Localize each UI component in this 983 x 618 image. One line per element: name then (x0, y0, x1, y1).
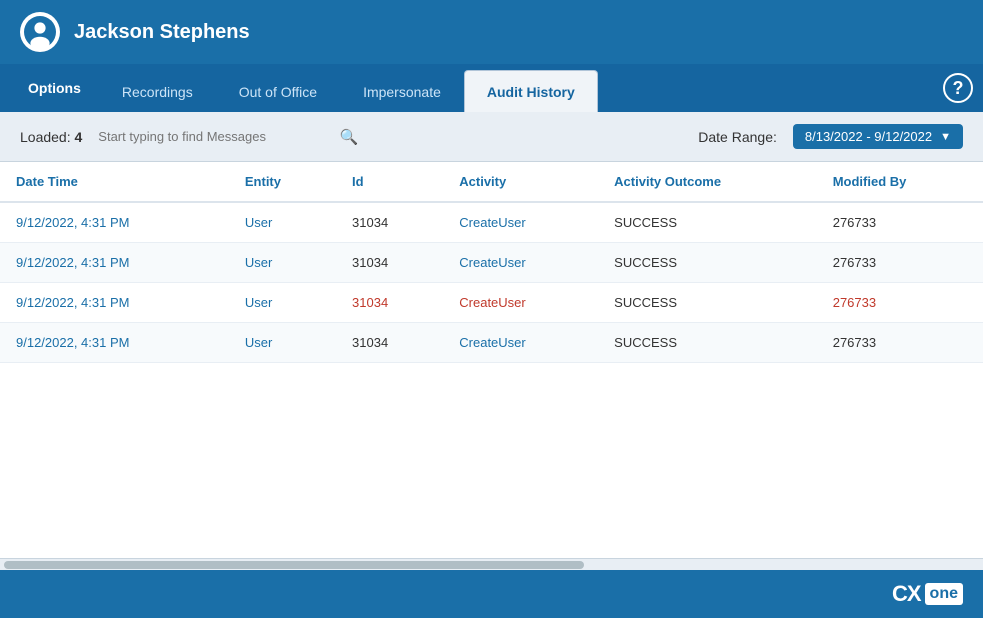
date-range-value: 8/13/2022 - 9/12/2022 (805, 129, 932, 144)
filter-bar: Loaded: 4 🔍 Date Range: 8/13/2022 - 9/12… (0, 112, 983, 162)
entity-link[interactable]: User (245, 255, 272, 270)
help-icon[interactable]: ? (943, 73, 973, 103)
logo-one-text: one (925, 583, 963, 605)
table-row: 9/12/2022, 4:31 PM User 31034 CreateUser SUC… (0, 243, 983, 283)
audit-table: Date Time Entity Id Activity Activity Ou… (0, 162, 983, 363)
col-activity-outcome: Activity Outcome (598, 162, 817, 202)
cell-activity: CreateUser (443, 202, 598, 243)
col-modified-by: Modified By (817, 162, 983, 202)
date-time-link[interactable]: 9/12/2022, 4:31 PM (16, 295, 129, 310)
table-header-row: Date Time Entity Id Activity Activity Ou… (0, 162, 983, 202)
table-container: Date Time Entity Id Activity Activity Ou… (0, 162, 983, 558)
cell-modified-by: 276733 (817, 202, 983, 243)
horizontal-scrollbar[interactable] (0, 558, 983, 570)
cell-id: 31034 (336, 323, 443, 363)
cell-activity-outcome: SUCCESS (598, 243, 817, 283)
id-link[interactable]: 31034 (352, 295, 388, 310)
entity-link[interactable]: User (245, 295, 272, 310)
cell-date-time: 9/12/2022, 4:31 PM (0, 323, 229, 363)
header: Jackson Stephens (0, 0, 983, 64)
activity-link[interactable]: CreateUser (459, 255, 525, 270)
date-time-link[interactable]: 9/12/2022, 4:31 PM (16, 335, 129, 350)
activity-link[interactable]: CreateUser (459, 295, 525, 310)
tab-options[interactable]: Options (10, 64, 99, 112)
col-entity: Entity (229, 162, 336, 202)
cell-entity: User (229, 202, 336, 243)
cell-modified-by: 276733 (817, 243, 983, 283)
activity-link[interactable]: CreateUser (459, 335, 525, 350)
nav-bar: Options Recordings Out of Office Imperso… (0, 64, 983, 112)
date-range-label: Date Range: (698, 129, 777, 145)
loaded-count: 4 (75, 129, 83, 145)
tab-out-of-office[interactable]: Out of Office (216, 70, 340, 112)
cell-id: 31034 (336, 243, 443, 283)
cell-date-time: 9/12/2022, 4:31 PM (0, 243, 229, 283)
main-content: Loaded: 4 🔍 Date Range: 8/13/2022 - 9/12… (0, 112, 983, 570)
cell-date-time: 9/12/2022, 4:31 PM (0, 202, 229, 243)
user-name: Jackson Stephens (74, 21, 250, 44)
table-row: 9/12/2022, 4:31 PM User 31034 CreateUser SUC… (0, 202, 983, 243)
scroll-thumb[interactable] (4, 561, 584, 569)
cell-id: 31034 (336, 202, 443, 243)
cell-activity: CreateUser (443, 283, 598, 323)
tab-impersonate[interactable]: Impersonate (340, 70, 464, 112)
modified-by-link[interactable]: 276733 (833, 295, 876, 310)
cell-entity: User (229, 243, 336, 283)
avatar (20, 12, 60, 52)
col-id: Id (336, 162, 443, 202)
cell-date-time: 9/12/2022, 4:31 PM (0, 283, 229, 323)
entity-link[interactable]: User (245, 215, 272, 230)
date-time-link[interactable]: 9/12/2022, 4:31 PM (16, 255, 129, 270)
cell-activity-outcome: SUCCESS (598, 323, 817, 363)
date-range-button[interactable]: 8/13/2022 - 9/12/2022 ▼ (793, 124, 963, 149)
search-wrapper: 🔍 (98, 128, 358, 146)
table-row: 9/12/2022, 4:31 PM User 31034 CreateUser SUC… (0, 323, 983, 363)
cxone-logo: CX one (892, 581, 963, 607)
logo-cx-text: CX (892, 581, 921, 607)
cell-activity-outcome: SUCCESS (598, 283, 817, 323)
cell-activity: CreateUser (443, 323, 598, 363)
date-time-link[interactable]: 9/12/2022, 4:31 PM (16, 215, 129, 230)
col-date-time: Date Time (0, 162, 229, 202)
chevron-down-icon: ▼ (940, 131, 951, 143)
tab-audit-history[interactable]: Audit History (464, 70, 598, 112)
cell-entity: User (229, 323, 336, 363)
cell-modified-by: 276733 (817, 283, 983, 323)
search-input[interactable] (98, 129, 335, 144)
cell-modified-by: 276733 (817, 323, 983, 363)
footer: CX one (0, 570, 983, 618)
cell-entity: User (229, 283, 336, 323)
search-icon[interactable]: 🔍 (340, 128, 359, 146)
activity-link[interactable]: CreateUser (459, 215, 525, 230)
nav-bar-right: ? (943, 64, 973, 112)
col-activity: Activity (443, 162, 598, 202)
tab-recordings[interactable]: Recordings (99, 70, 216, 112)
cell-activity-outcome: SUCCESS (598, 202, 817, 243)
entity-link[interactable]: User (245, 335, 272, 350)
cell-id: 31034 (336, 283, 443, 323)
table-row: 9/12/2022, 4:31 PM User 31034 CreateUser SUC… (0, 283, 983, 323)
cell-activity: CreateUser (443, 243, 598, 283)
loaded-label: Loaded: 4 (20, 129, 82, 145)
